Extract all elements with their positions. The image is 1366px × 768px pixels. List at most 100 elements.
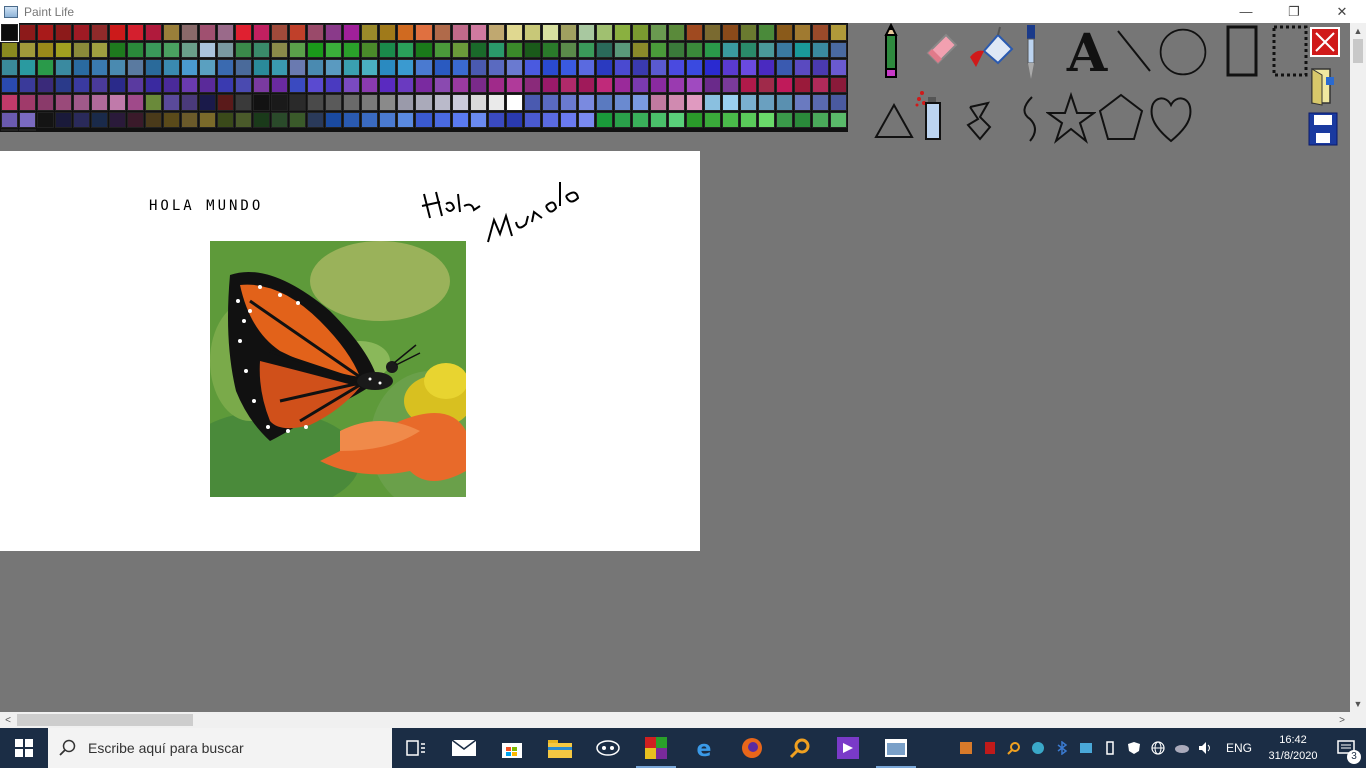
tray-app-icon-9[interactable] [1146,728,1170,768]
horizontal-scroll-thumb[interactable] [17,714,193,726]
color-swatch[interactable] [271,94,289,111]
color-swatch[interactable] [631,24,649,41]
color-swatch[interactable] [0,23,20,42]
color-swatch[interactable] [487,59,505,76]
color-swatch[interactable] [127,94,145,111]
color-swatch[interactable] [109,76,127,93]
color-swatch[interactable] [199,59,217,76]
color-swatch[interactable] [289,59,307,76]
color-swatch[interactable] [559,59,577,76]
color-swatch[interactable] [703,111,721,128]
color-swatch[interactable] [181,94,199,111]
color-swatch[interactable] [703,24,721,41]
color-swatch[interactable] [91,24,109,41]
color-swatch[interactable] [307,59,325,76]
color-swatch[interactable] [109,41,127,58]
color-swatch[interactable] [343,24,361,41]
color-swatch[interactable] [613,41,631,58]
color-swatch[interactable] [127,76,145,93]
color-swatch[interactable] [541,41,559,58]
color-swatch[interactable] [685,24,703,41]
horizontal-scrollbar[interactable]: < > [0,712,1350,728]
color-swatch[interactable] [145,94,163,111]
color-swatch[interactable] [19,94,37,111]
color-swatch[interactable] [1,41,19,58]
star-tool[interactable] [1046,89,1096,147]
color-swatch[interactable] [415,111,433,128]
taskbar-mail[interactable] [440,728,488,768]
color-swatch[interactable] [721,24,739,41]
taskbar-app-window[interactable] [872,728,920,768]
color-swatch[interactable] [217,24,235,41]
color-swatch[interactable] [451,94,469,111]
color-swatch[interactable] [307,76,325,93]
color-swatch[interactable] [145,24,163,41]
color-swatch[interactable] [829,94,847,111]
color-swatch[interactable] [649,41,667,58]
color-swatch[interactable] [739,59,757,76]
color-swatch[interactable] [667,76,685,93]
color-swatch[interactable] [649,24,667,41]
color-swatch[interactable] [793,76,811,93]
color-swatch[interactable] [685,76,703,93]
volume-button[interactable] [1194,728,1218,768]
color-swatch[interactable] [451,111,469,128]
color-swatch[interactable] [271,41,289,58]
color-swatch[interactable] [379,111,397,128]
color-swatch[interactable] [415,59,433,76]
color-swatch[interactable] [469,41,487,58]
color-swatch[interactable] [667,41,685,58]
color-swatch[interactable] [217,111,235,128]
line-tool[interactable] [1110,23,1160,81]
color-swatch[interactable] [235,59,253,76]
vertical-scrollbar[interactable]: ▲ ▼ [1350,23,1366,712]
color-swatch[interactable] [397,41,415,58]
drawing-canvas[interactable]: HOLA MUNDO [0,151,700,551]
color-swatch[interactable] [667,94,685,111]
save-tool[interactable] [1308,111,1338,147]
color-swatch[interactable] [505,59,523,76]
color-swatch[interactable] [721,41,739,58]
task-view-button[interactable] [392,728,440,768]
color-swatch[interactable] [523,76,541,93]
color-swatch[interactable] [73,59,91,76]
color-swatch[interactable] [217,76,235,93]
color-swatch[interactable] [379,94,397,111]
color-swatch[interactable] [37,24,55,41]
color-swatch[interactable] [649,59,667,76]
color-swatch[interactable] [361,59,379,76]
color-swatch[interactable] [235,111,253,128]
color-swatch[interactable] [739,111,757,128]
color-swatch[interactable] [703,41,721,58]
color-swatch[interactable] [55,59,73,76]
color-swatch[interactable] [217,94,235,111]
color-swatch[interactable] [325,111,343,128]
pencil-tool[interactable] [870,23,920,81]
color-swatch[interactable] [487,41,505,58]
taskbar-paint-life[interactable] [632,728,680,768]
color-swatch[interactable] [73,24,91,41]
circle-tool[interactable] [1158,23,1208,81]
color-swatch[interactable] [433,24,451,41]
color-swatch[interactable] [397,111,415,128]
color-swatch[interactable] [757,111,775,128]
color-swatch[interactable] [721,76,739,93]
color-swatch[interactable] [541,94,559,111]
color-swatch[interactable] [721,111,739,128]
color-swatch[interactable] [613,94,631,111]
color-swatch[interactable] [397,24,415,41]
color-swatch[interactable] [307,24,325,41]
color-swatch[interactable] [829,24,847,41]
close-tool[interactable] [1310,27,1340,57]
color-swatch[interactable] [577,94,595,111]
color-swatch[interactable] [721,59,739,76]
tray-app-icon-10[interactable] [1170,728,1194,768]
color-swatch[interactable] [829,76,847,93]
color-swatch[interactable] [757,94,775,111]
tray-app-icon-4[interactable] [1026,728,1050,768]
color-swatch[interactable] [217,59,235,76]
color-swatch[interactable] [631,94,649,111]
color-swatch[interactable] [343,59,361,76]
color-swatch[interactable] [505,94,523,111]
color-swatch[interactable] [703,94,721,111]
